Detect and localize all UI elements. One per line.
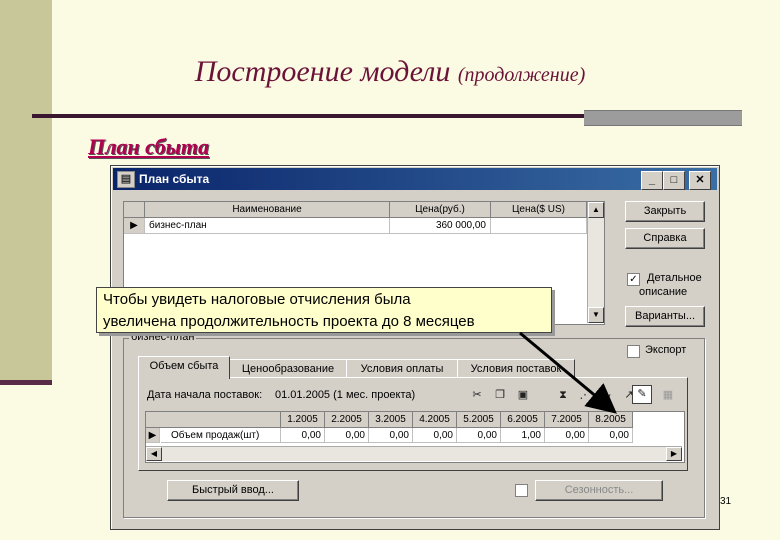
title-rule-accent [584, 110, 742, 126]
row-selector-icon[interactable]: ▶ [124, 218, 145, 234]
start-date-label: Дата начала поставок: [147, 389, 263, 401]
col-header-price-usd[interactable]: Цена($ US) [491, 202, 587, 218]
grid-scrollbar[interactable]: ▲ ▼ [587, 202, 604, 323]
month-header[interactable]: 5.2005 [457, 412, 501, 428]
help-button[interactable]: Справка [625, 228, 705, 249]
col-header-price-rub[interactable]: Цена(руб.) [390, 202, 491, 218]
seasonality-checkbox[interactable] [515, 484, 528, 497]
maximize-icon[interactable]: □ [663, 171, 685, 190]
detailed-label: Детальное [647, 272, 702, 284]
product-name-cell[interactable]: бизнес-план [145, 218, 390, 234]
slide-title: Построение модели (продолжение) [0, 55, 780, 89]
grid-icon[interactable]: ▦ [659, 387, 677, 404]
detailed-checkbox[interactable]: ✓ [627, 273, 640, 286]
sales-value-cell[interactable]: 0,00 [369, 428, 413, 443]
trend-down-icon[interactable]: ⋰ [576, 387, 594, 404]
left-decor-bar-accent [0, 380, 52, 385]
trend-wave-icon[interactable]: ∿ [598, 387, 616, 404]
sales-volume-grid: 1.2005 2.2005 3.2005 4.2005 5.2005 6.200… [145, 411, 685, 463]
window-titlebar[interactable]: ▤ План сбыта _ □ ✕ [113, 168, 717, 190]
sales-value-cell[interactable]: 1,00 [501, 428, 545, 443]
row-header-corner [146, 412, 281, 428]
sales-value-cell[interactable]: 0,00 [545, 428, 589, 443]
sales-value-cell[interactable]: 0,00 [413, 428, 457, 443]
month-header[interactable]: 1.2005 [281, 412, 325, 428]
sales-value-cell[interactable]: 0,00 [589, 428, 633, 443]
quick-input-button[interactable]: Быстрый ввод... [167, 480, 299, 501]
tab-pricing[interactable]: Ценообразование [229, 359, 347, 378]
scroll-down-icon[interactable]: ▼ [588, 307, 604, 323]
scroll-left-icon[interactable]: ◀ [146, 447, 162, 461]
tab-delivery-terms[interactable]: Условия поставок [457, 359, 575, 378]
start-date-value[interactable]: 01.01.2005 (1 мес. проекта) [275, 389, 415, 401]
month-header[interactable]: 3.2005 [369, 412, 413, 428]
title-rule [32, 114, 584, 118]
copy-icon[interactable]: ❐ [491, 387, 509, 404]
callout-line-1: Чтобы увидеть налоговые отчисления была [103, 291, 411, 308]
slide-title-sub: (продолжение) [457, 64, 586, 86]
callout-line-2: увеличена продолжительность проекта до 8… [103, 313, 475, 330]
price-rub-cell[interactable]: 360 000,00 [390, 218, 491, 234]
page-number: 31 [720, 496, 732, 507]
sales-row-label: Объем продаж(шт) [161, 428, 281, 443]
sales-value-cell[interactable]: 0,00 [457, 428, 501, 443]
slide-heading: План сбыта [88, 134, 209, 159]
scroll-right-icon[interactable]: ▶ [666, 447, 682, 461]
month-header[interactable]: 6.2005 [501, 412, 545, 428]
paste-icon[interactable]: ▣ [514, 387, 532, 404]
pencil-icon[interactable]: ✎ [632, 385, 652, 404]
close-icon[interactable]: ✕ [689, 171, 711, 190]
close-button[interactable]: Закрыть [625, 201, 705, 222]
month-header[interactable]: 2.2005 [325, 412, 369, 428]
month-header[interactable]: 4.2005 [413, 412, 457, 428]
sales-value-cell[interactable]: 0,00 [325, 428, 369, 443]
horizontal-scrollbar[interactable]: ◀ ▶ [146, 446, 682, 461]
seasonality-button[interactable]: Сезонность... [535, 480, 663, 501]
window-app-icon: ▤ [117, 171, 135, 188]
fill-icon[interactable]: ⧗ [554, 387, 572, 404]
scroll-up-icon[interactable]: ▲ [588, 202, 604, 218]
row-selector-icon[interactable]: ▶ [146, 428, 160, 443]
month-header[interactable]: 8.2005 [589, 412, 633, 428]
window-title: План сбыта [139, 172, 210, 186]
plan-window: ▤ План сбыта _ □ ✕ Наименование Цена(руб… [110, 165, 720, 530]
callout-note: Чтобы увидеть налоговые отчисления была … [96, 287, 552, 333]
tab-payment-terms[interactable]: Условия оплаты [346, 359, 458, 378]
sales-value-cell[interactable]: 0,00 [281, 428, 325, 443]
price-usd-cell[interactable] [491, 218, 587, 234]
cut-icon[interactable]: ✂ [468, 387, 486, 404]
row-header-corner [124, 202, 145, 218]
detailed-label-2: описание [639, 286, 688, 298]
slide-title-main: Построение модели [194, 55, 451, 88]
minimize-icon[interactable]: _ [641, 171, 663, 190]
month-header[interactable]: 7.2005 [545, 412, 589, 428]
variants-button[interactable]: Варианты... [625, 306, 705, 327]
tab-sales-volume[interactable]: Объем сбыта [138, 356, 230, 379]
col-header-name[interactable]: Наименование [145, 202, 390, 218]
